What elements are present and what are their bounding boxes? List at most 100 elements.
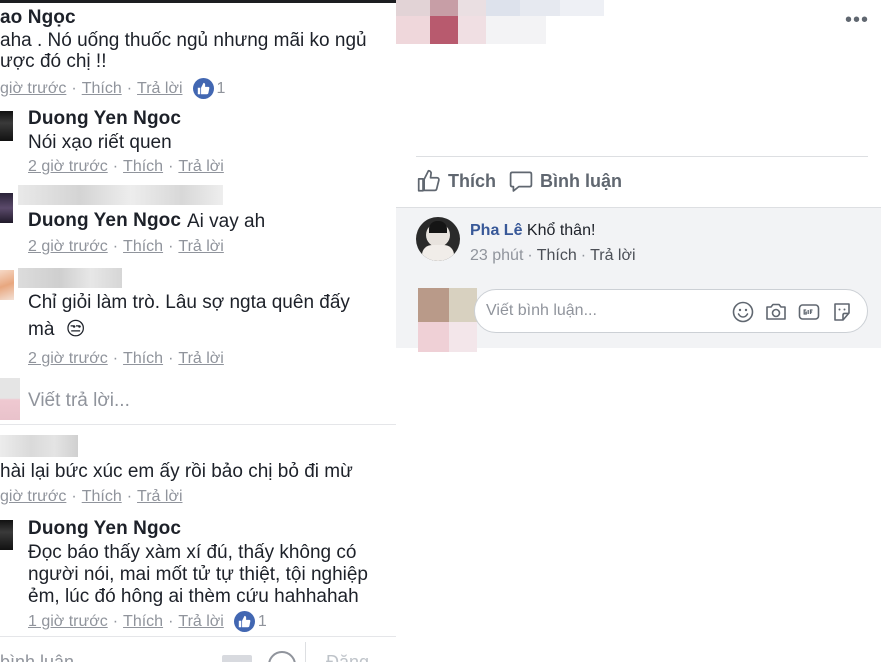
timestamp-link[interactable]: 23 phút (470, 247, 523, 264)
thumbs-up-icon (417, 169, 440, 192)
divider (0, 424, 396, 425)
comment-label: Bình luận (540, 170, 622, 191)
comment-meta: 2 giờ trước · Thích · Trả lời (28, 158, 224, 176)
separator-dot: · (168, 350, 174, 367)
like-link[interactable]: Thích (123, 350, 163, 367)
avatar[interactable] (0, 193, 13, 223)
comment-meta: 2 giờ trước · Thích · Trả lời (28, 350, 224, 368)
thumbs-up-icon (233, 611, 255, 632)
commenter-name[interactable]: Duong Yen Ngoc (28, 108, 181, 130)
divider (305, 642, 306, 662)
separator-dot: · (126, 488, 133, 505)
right-post-footer: ••• Thích Bình luận Pha Lê Khổ thân! 23 … (396, 0, 881, 352)
commenter-name[interactable]: ao Ngọc (0, 7, 76, 29)
separator-dot: · (71, 79, 77, 97)
like-link[interactable]: Thích (123, 238, 163, 255)
comment-meta: 2 giờ trước · Thích · Trả lời (28, 238, 224, 256)
emoji-icon[interactable] (731, 300, 755, 324)
separator-dot: · (580, 247, 587, 264)
write-comment-input[interactable]: Viết bình luận... (474, 289, 868, 333)
avatar[interactable] (0, 270, 14, 300)
like-link[interactable]: Thích (82, 488, 122, 505)
like-link[interactable]: Thích (82, 80, 122, 98)
left-comment-thread: ao Ngọc aha . Nó uống thuốc ngủ nhưng mã… (0, 0, 396, 662)
comment-text-line: ược đó chị !! (0, 51, 107, 72)
camera-icon[interactable] (764, 300, 788, 324)
reply-link[interactable]: Trả lời (590, 247, 635, 264)
blurred-name (18, 185, 223, 205)
gif-icon[interactable] (222, 655, 252, 662)
divider (396, 207, 881, 208)
commenter-name[interactable]: Duong Yen Ngoc (28, 518, 181, 540)
timestamp-link[interactable]: 2 giờ trước (28, 350, 108, 367)
like-count-value: 1 (257, 612, 267, 630)
like-count[interactable]: 1 (192, 78, 226, 99)
own-avatar (0, 378, 20, 420)
blurred-name (0, 435, 78, 457)
thumbs-up-icon (192, 78, 214, 99)
gif-icon[interactable] (797, 300, 821, 324)
like-count-value: 1 (216, 79, 226, 97)
like-link[interactable]: Thích (537, 247, 577, 264)
like-label: Thích (448, 170, 496, 191)
like-link[interactable]: Thích (123, 613, 163, 631)
comment-text: Nói xạo riết quen (28, 132, 172, 153)
timestamp-link[interactable]: 2 giờ trước (28, 238, 108, 255)
comment-text: Ai vay ah (187, 211, 266, 232)
commenter-name[interactable]: Duong Yen Ngoc (28, 210, 181, 232)
timestamp-link[interactable]: giờ trước (0, 80, 66, 98)
comment-text-fragment: mà (28, 319, 55, 340)
comment-meta: giờ trước · Thích · Trả lời (0, 488, 183, 506)
commenter-name[interactable]: Pha Lê (470, 222, 522, 239)
sticker-icon[interactable] (830, 300, 854, 324)
comment-body: Pha Lê Khổ thân! (470, 222, 595, 240)
comment-text-line: aha . Nó uống thuốc ngủ nhưng mãi ko ngủ (0, 30, 367, 51)
separator-dot: · (527, 247, 533, 264)
separator-dot: · (71, 488, 77, 505)
timestamp-link[interactable]: giờ trước (0, 488, 66, 505)
reply-link[interactable]: Trả lời (137, 80, 182, 98)
comment-text-line: người nói, mai mốt tử tự thiệt, tội nghi… (28, 564, 368, 585)
reply-input[interactable]: Viết trả lời... (28, 390, 130, 412)
like-link[interactable]: Thích (123, 158, 163, 175)
reply-link[interactable]: Trả lời (178, 613, 223, 631)
timestamp-link[interactable]: 1 giờ trước (28, 613, 108, 631)
separator-dot: · (168, 612, 174, 630)
smiley-icon[interactable] (268, 651, 296, 662)
unamused-emoji-icon: 😒 (65, 319, 86, 340)
comment-text-line: ẻm, lúc đó hông ai thèm cứu hahhahah (28, 586, 359, 607)
divider (0, 636, 396, 637)
like-button[interactable]: Thích (416, 168, 496, 194)
separator-dot: · (168, 238, 174, 255)
comment-bubble-icon (509, 171, 533, 192)
top-border (0, 0, 396, 3)
reply-link[interactable]: Trả lời (178, 238, 223, 255)
like-count[interactable]: 1 (233, 611, 267, 632)
separator-dot: · (112, 238, 119, 255)
write-comment-placeholder: Viết bình luận... (486, 302, 597, 319)
comment-meta: 23 phút · Thích · Trả lời (470, 247, 636, 265)
more-options-icon[interactable]: ••• (845, 9, 869, 32)
separator-dot: · (112, 350, 119, 367)
post-button[interactable]: Đăng (326, 652, 369, 662)
avatar[interactable] (0, 111, 13, 141)
avatar[interactable] (0, 520, 13, 550)
reply-link[interactable]: Trả lời (178, 158, 223, 175)
blurred-image (396, 0, 606, 44)
reply-link[interactable]: Trả lời (178, 350, 223, 367)
avatar[interactable] (416, 217, 460, 261)
separator-dot: · (112, 612, 119, 630)
comment-input[interactable]: bình luận (0, 652, 74, 662)
separator-dot: · (126, 79, 133, 97)
reply-link[interactable]: Trả lời (137, 488, 182, 505)
separator-dot: · (112, 158, 119, 175)
timestamp-link[interactable]: 2 giờ trước (28, 158, 108, 175)
comment-text: hài lại bức xúc em ấy rồi bảo chị bỏ đi … (0, 461, 353, 482)
comment-text-line: Chỉ giỏi làm trò. Lâu sợ ngta quên đấy (28, 292, 350, 313)
comment-meta: 1 giờ trước · Thích · Trả lời 1 (28, 611, 267, 632)
divider (416, 156, 868, 157)
blurred-name (18, 268, 122, 288)
separator-dot: · (168, 158, 174, 175)
comment-meta: giờ trước · Thích · Trả lời 1 (0, 78, 225, 99)
comment-button[interactable]: Bình luận (508, 168, 622, 194)
